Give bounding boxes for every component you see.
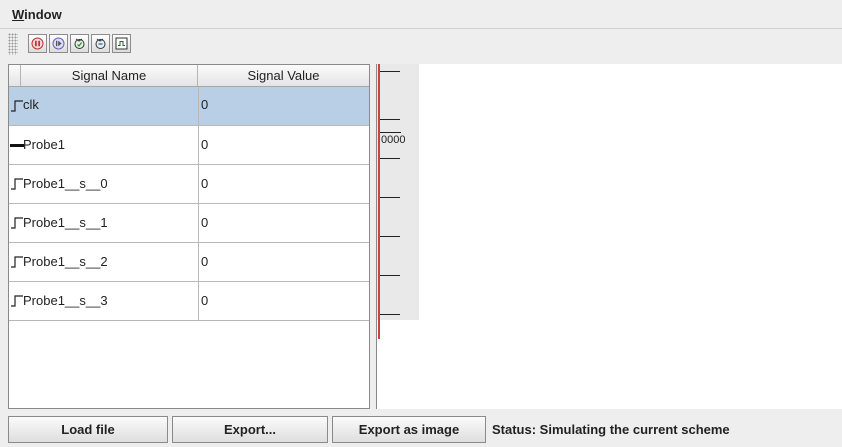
signal-value: 0 bbox=[201, 137, 209, 152]
pause-icon bbox=[31, 37, 44, 50]
export-image-button[interactable]: Export as image bbox=[332, 416, 486, 443]
waveform-panel[interactable]: 0000 bbox=[376, 64, 842, 409]
signal-step-icon bbox=[11, 295, 23, 307]
column-divider bbox=[198, 87, 199, 125]
status-text: Status: Simulating the current scheme bbox=[492, 422, 730, 437]
pause-button[interactable] bbox=[28, 34, 47, 53]
column-divider bbox=[198, 165, 199, 203]
table-header: Signal Name Signal Value bbox=[9, 65, 369, 87]
signal-value: 0 bbox=[201, 254, 209, 269]
time-cursor[interactable] bbox=[378, 64, 380, 339]
toolbar bbox=[8, 31, 842, 59]
wave-tick bbox=[380, 71, 400, 72]
table-row[interactable]: Probe1 0 bbox=[9, 126, 369, 165]
step-back-button[interactable] bbox=[91, 34, 110, 53]
signal-value: 0 bbox=[201, 97, 209, 112]
wave-tick bbox=[380, 314, 400, 315]
signal-step-icon bbox=[11, 178, 23, 190]
signal-step-icon bbox=[11, 217, 23, 229]
signal-value: 0 bbox=[201, 215, 209, 230]
wave-tick bbox=[380, 236, 400, 237]
header-signal-name[interactable]: Signal Name bbox=[21, 65, 198, 86]
signal-value: 0 bbox=[201, 176, 209, 191]
signal-table: Signal Name Signal Value clk 0 Probe1 0 … bbox=[8, 64, 370, 409]
bus-signal-icon bbox=[10, 144, 24, 147]
table-row[interactable]: Probe1__s__0 0 bbox=[9, 165, 369, 204]
load-file-button[interactable]: Load file bbox=[8, 416, 168, 443]
table-row[interactable]: clk 0 bbox=[9, 87, 369, 126]
signal-step-icon bbox=[11, 100, 23, 112]
table-row[interactable]: Probe1__s__1 0 bbox=[9, 204, 369, 243]
signal-name: Probe1__s__2 bbox=[23, 254, 108, 269]
waveform-icon bbox=[115, 37, 128, 50]
signal-name: clk bbox=[23, 97, 39, 112]
signal-value: 0 bbox=[201, 293, 209, 308]
step-icon bbox=[74, 38, 85, 49]
menu-window-label: indow bbox=[24, 7, 62, 22]
resume-icon bbox=[52, 37, 65, 50]
table-row[interactable]: Probe1__s__3 0 bbox=[9, 282, 369, 321]
menu-separator bbox=[0, 28, 842, 29]
signal-name: Probe1__s__1 bbox=[23, 215, 108, 230]
menu-window[interactable]: Window bbox=[12, 7, 62, 22]
signal-step-icon bbox=[11, 256, 23, 268]
toolbar-grip[interactable] bbox=[8, 33, 18, 55]
header-icon-column bbox=[9, 65, 21, 86]
column-divider bbox=[198, 243, 199, 281]
menu-window-mnemonic: W bbox=[12, 7, 25, 22]
signal-name: Probe1__s__0 bbox=[23, 176, 108, 191]
menu-bar: Window bbox=[0, 0, 842, 28]
wave-tick bbox=[380, 275, 400, 276]
step-back-icon bbox=[95, 38, 106, 49]
wave-tick bbox=[380, 197, 400, 198]
export-button[interactable]: Export... bbox=[172, 416, 328, 443]
column-divider bbox=[198, 282, 199, 320]
signal-name: Probe1__s__3 bbox=[23, 293, 108, 308]
header-signal-value[interactable]: Signal Value bbox=[198, 65, 369, 86]
resume-button[interactable] bbox=[49, 34, 68, 53]
table-row[interactable]: Probe1__s__2 0 bbox=[9, 243, 369, 282]
waveform-column bbox=[377, 64, 419, 320]
column-divider bbox=[198, 126, 199, 164]
bus-value-label: 0000 bbox=[381, 134, 406, 146]
step-button[interactable] bbox=[70, 34, 89, 53]
wave-tick bbox=[380, 119, 400, 120]
column-divider bbox=[198, 204, 199, 242]
bus-overline bbox=[380, 132, 401, 133]
wave-tick bbox=[380, 158, 400, 159]
waveform-button[interactable] bbox=[112, 34, 131, 53]
signal-name: Probe1 bbox=[23, 137, 65, 152]
